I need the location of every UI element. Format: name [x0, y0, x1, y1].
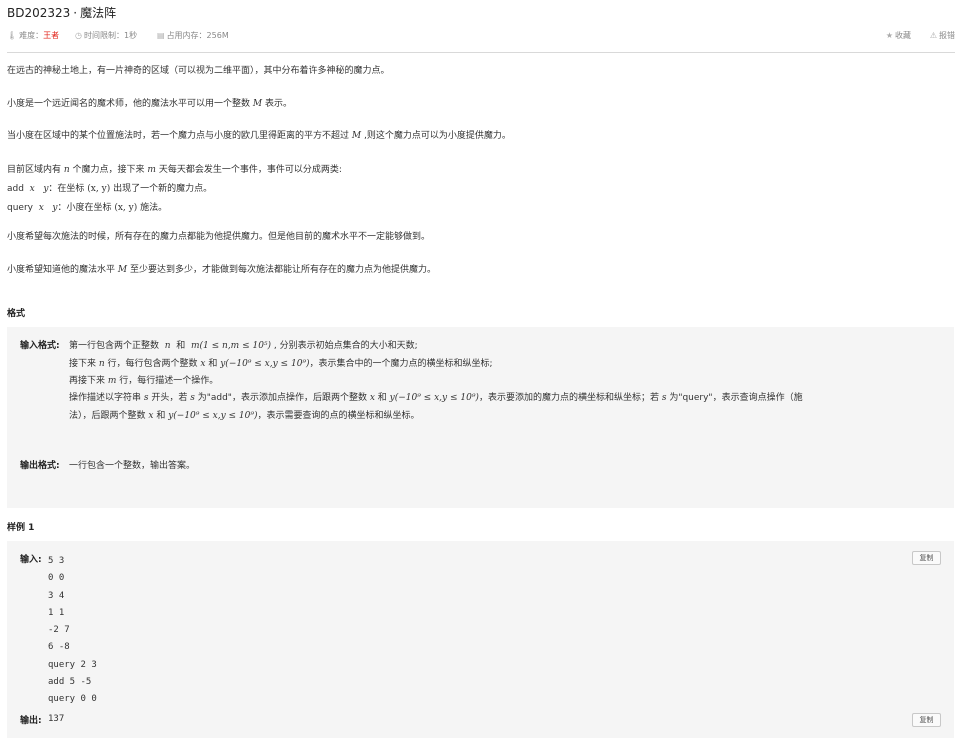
statement-event-add: add x y：在坐标 (x, y) 出现了一个新的魔力点。: [7, 184, 213, 194]
sample-input-line: 1 1: [48, 607, 65, 618]
input-format-line-4: 操作描述以字符串 s 开头，若 s 为"add"，表示添加点操作，后跟两个整数 …: [69, 393, 803, 403]
sample-panel: 输入: 复制 5 3 0 0 3 4 1 1 -2 7 6 -8 query 2…: [7, 541, 954, 738]
sample-input-line: query 2 3: [48, 659, 97, 670]
copy-input-button[interactable]: 复制: [912, 551, 941, 565]
sample-input-line: 0 0: [48, 573, 65, 584]
clock-icon: ◷: [75, 31, 82, 40]
input-format-line-2: 接下来 n 行，每行包含两个整数 x 和 y(−10⁹ ≤ x,y ≤ 10⁹)…: [69, 359, 493, 369]
difficulty-label: 难度：: [19, 31, 44, 40]
statement-p7: 小度希望每次施法的时候，所有存在的魔力点都能为他提供魔力。但是他目前的魔术水平不…: [7, 232, 431, 242]
memory-icon: ▤: [157, 31, 165, 40]
time-limit: ◷ 时间限制：1秒: [75, 30, 137, 41]
collect-label: 收藏: [895, 31, 911, 40]
output-format-text: 一行包含一个整数，输出答案。: [69, 461, 196, 471]
sample-input-block: 5 3 0 0 3 4 1 1 -2 7 6 -8 query 2 3 add …: [48, 553, 97, 709]
sample-input-line: 5 3: [48, 556, 65, 566]
sample-input-line: -2 7: [48, 625, 70, 636]
sample-input-line: 3 4: [48, 590, 65, 601]
difficulty: 🌡 难度：王者: [7, 30, 59, 41]
statement-p8: 小度希望知道他的魔法水平 M 至少要达到多少，才能做到每次施法都能让所有存在的魔…: [7, 265, 436, 275]
input-format-line-1: 第一行包含两个正整数 n 和 m(1 ≤ n,m ≤ 10⁵) , 分别表示初始…: [69, 341, 418, 351]
memory-text: 占用内存：256M: [166, 31, 229, 40]
title-separator: ·: [73, 6, 78, 20]
statement-p1: 在远古的神秘土地上，有一片神奇的区域（可以视为二维平面），其中分布着许多神秘的魔…: [7, 66, 390, 76]
sample-heading: 样例 1: [7, 523, 35, 533]
report-label: 报错: [939, 31, 955, 40]
sample-input-line: 6 -8: [48, 642, 70, 653]
header-divider: [7, 52, 955, 53]
statement-p4: 目前区域内有 n 个魔力点，接下来 m 天每天都会发生一个事件，事件可以分成两类…: [7, 165, 342, 175]
sample-input-line: add 5 -5: [48, 677, 92, 688]
problem-name: 魔法阵: [80, 6, 117, 20]
problem-id: BD202323: [7, 6, 71, 20]
warning-icon: ⚠: [929, 31, 937, 40]
input-format-line-5: 法），后跟两个整数 x 和 y(−10⁹ ≤ x,y ≤ 10⁹)，表示需要查询…: [69, 411, 420, 421]
format-panel: 输入格式: 第一行包含两个正整数 n 和 m(1 ≤ n,m ≤ 10⁵) , …: [7, 327, 954, 508]
input-format-line-3: 再接下来 m 行，每行描述一个操作。: [69, 376, 219, 386]
problem-title: BD202323 · 魔法阵: [7, 4, 116, 21]
statement-p2: 小度是一个远近闻名的魔术师，他的魔法水平可以用一个整数 M 表示。: [7, 99, 292, 109]
thermometer-icon: 🌡: [7, 31, 18, 40]
copy-output-button[interactable]: 复制: [912, 713, 941, 727]
problem-meta: 🌡 难度：王者 ◷ 时间限制：1秒 ▤ 占用内存：256M ★ 收藏 ⚠ 报错: [7, 30, 955, 42]
sample-input-line: query 0 0: [48, 694, 97, 705]
input-format-label: 输入格式:: [20, 341, 60, 351]
sample-output-value: 137: [48, 714, 65, 724]
time-limit-text: 时间限制：1秒: [83, 31, 138, 40]
statement-event-query: query x y：小度在坐标 (x, y) 施法。: [7, 203, 168, 213]
sample-output-label: 输出:: [20, 716, 42, 726]
star-icon: ★: [885, 31, 893, 40]
sample-input-label: 输入:: [20, 555, 42, 565]
memory-limit: ▤ 占用内存：256M: [157, 30, 229, 41]
statement-p3: 当小度在区域中的某个位置施法时，若一个魔力点与小度的欧几里得距离的平方不超过 M…: [7, 131, 511, 141]
output-format-label: 输出格式:: [20, 461, 60, 471]
collect-button[interactable]: ★ 收藏: [886, 30, 911, 41]
format-heading: 格式: [7, 309, 26, 319]
report-button[interactable]: ⚠ 报错: [930, 30, 955, 41]
difficulty-value: 王者: [43, 31, 60, 40]
